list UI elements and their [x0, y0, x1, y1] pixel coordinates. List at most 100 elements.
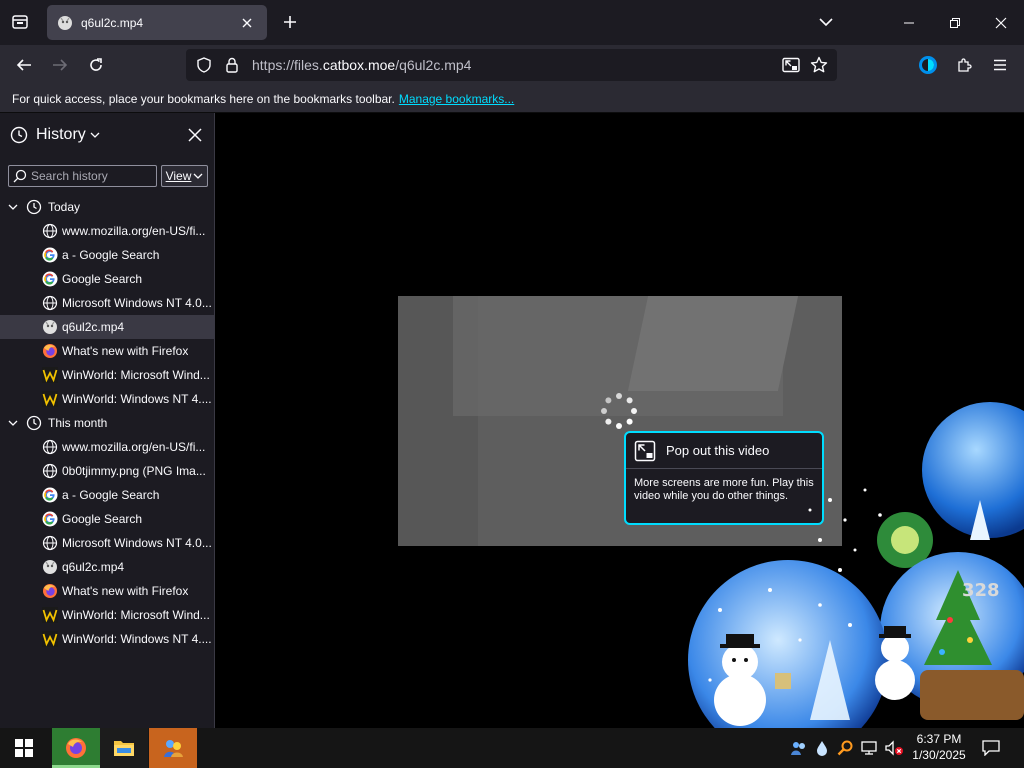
sidebar-close-button[interactable]: [184, 124, 206, 146]
history-item[interactable]: q6ul2c.mp4: [0, 555, 214, 579]
history-item[interactable]: What's new with Firefox: [0, 339, 214, 363]
star-icon: [810, 56, 828, 73]
arrow-left-icon: [16, 59, 31, 71]
winworld-icon: [42, 391, 58, 407]
firefox-view-button[interactable]: [6, 8, 34, 36]
history-item[interactable]: www.mozilla.org/en-US/fi...: [0, 435, 214, 459]
globe-icon: [42, 535, 58, 551]
history-item[interactable]: WinWorld: Microsoft Wind...: [0, 603, 214, 627]
start-button[interactable]: [0, 728, 48, 768]
lock-icon: [226, 57, 238, 73]
tray-drop[interactable]: [812, 728, 832, 768]
url-text[interactable]: https://files.catbox.moe/q6ul2c.mp4: [252, 57, 777, 73]
url-bar[interactable]: https://files.catbox.moe/q6ul2c.mp4: [186, 49, 837, 81]
plus-icon: [284, 16, 296, 28]
manage-bookmarks-link[interactable]: Manage bookmarks...: [399, 92, 514, 106]
folder-icon: [114, 741, 134, 756]
history-item-label: WinWorld: Windows NT 4....: [62, 632, 212, 646]
view-dropdown-button[interactable]: View: [161, 165, 208, 187]
magnifier-icon: [837, 740, 853, 756]
picture-in-picture-button[interactable]: [777, 51, 805, 79]
history-item-label: www.mozilla.org/en-US/fi...: [62, 440, 206, 454]
bookmarks-toolbar-message: For quick access, place your bookmarks h…: [12, 91, 395, 106]
back-button[interactable]: [10, 51, 38, 79]
catbox-icon: [43, 560, 57, 574]
bookmark-star-button[interactable]: [805, 51, 833, 79]
tab-close-button[interactable]: [237, 13, 257, 33]
history-item-label: WinWorld: Windows NT 4....: [62, 392, 212, 406]
notification-icon: [982, 740, 1000, 756]
history-item[interactable]: WinWorld: Windows NT 4....: [0, 387, 214, 411]
restore-button[interactable]: [932, 0, 978, 45]
chevron-down-icon[interactable]: [8, 419, 20, 427]
history-group-label: Today: [48, 200, 81, 214]
site-info-button[interactable]: [218, 51, 246, 79]
history-item[interactable]: WinWorld: Windows NT 4....: [0, 627, 214, 651]
catbox-icon: [58, 15, 72, 30]
url-prefix: https://files.: [252, 57, 323, 73]
windows-logo-icon: [15, 739, 33, 757]
history-item[interactable]: WinWorld: Microsoft Wind...: [0, 363, 214, 387]
history-item[interactable]: a - Google Search: [0, 483, 214, 507]
sidebar-title: History: [36, 126, 86, 143]
google-icon: [42, 271, 58, 287]
tray-search[interactable]: [834, 728, 856, 768]
taskbar-clock[interactable]: 6:37 PM 1/30/2025: [908, 731, 970, 763]
chevron-down-icon: [819, 18, 833, 27]
winworld-icon: [42, 367, 58, 383]
history-item[interactable]: www.mozilla.org/en-US/fi...: [0, 219, 214, 243]
history-item[interactable]: What's new with Firefox: [0, 579, 214, 603]
people-tray-icon: [791, 742, 805, 755]
history-item-label: What's new with Firefox: [62, 344, 189, 358]
history-search-box[interactable]: [8, 165, 157, 187]
tracking-protection-button[interactable]: [190, 51, 218, 79]
taskbar-app[interactable]: [149, 728, 197, 768]
tab-title: q6ul2c.mp4: [81, 15, 144, 30]
history-item[interactable]: Microsoft Windows NT 4.0...: [0, 291, 214, 315]
tray-network[interactable]: [858, 728, 880, 768]
history-item[interactable]: 0b0tjimmy.png (PNG Ima...: [0, 459, 214, 483]
minimize-icon: [904, 22, 914, 23]
history-item-label: Google Search: [62, 272, 143, 286]
reload-icon: [90, 58, 102, 71]
globe-icon: [42, 439, 58, 455]
tab-active[interactable]: q6ul2c.mp4: [47, 5, 267, 40]
history-item[interactable]: Google Search: [0, 507, 214, 531]
history-search-input[interactable]: [31, 169, 151, 183]
list-all-tabs-button[interactable]: [812, 10, 840, 34]
firefox-icon: [43, 344, 57, 358]
history-group-this-month[interactable]: This month: [0, 411, 214, 435]
people-app-icon: [164, 740, 183, 757]
history-item[interactable]: Microsoft Windows NT 4.0...: [0, 531, 214, 555]
forward-button[interactable]: [46, 51, 74, 79]
close-window-button[interactable]: [978, 0, 1024, 45]
history-item-label: a - Google Search: [62, 488, 160, 502]
google-icon: [42, 487, 58, 503]
chevron-down-icon[interactable]: [8, 203, 20, 211]
history-item-label: Microsoft Windows NT 4.0...: [62, 296, 212, 310]
tray-printer[interactable]: [788, 728, 810, 768]
history-item-label: WinWorld: Microsoft Wind...: [62, 608, 210, 622]
sidebar-header[interactable]: History: [0, 113, 214, 157]
close-icon: [242, 18, 252, 27]
tray-volume[interactable]: [882, 728, 906, 768]
puzzle-icon: [958, 58, 972, 72]
extensions-button[interactable]: [950, 51, 978, 79]
menu-button[interactable]: [986, 51, 1014, 79]
taskbar-firefox[interactable]: [52, 728, 100, 768]
history-group-today[interactable]: Today: [0, 195, 214, 219]
taskbar-file-explorer[interactable]: [100, 728, 148, 768]
history-item[interactable]: a - Google Search: [0, 243, 214, 267]
new-tab-button[interactable]: [278, 10, 302, 34]
history-item-label: 0b0tjimmy.png (PNG Ima...: [62, 464, 206, 478]
account-button[interactable]: [914, 51, 942, 79]
history-item-label: q6ul2c.mp4: [62, 320, 125, 334]
history-item[interactable]: Google Search: [0, 267, 214, 291]
reload-button[interactable]: [82, 51, 110, 79]
minimize-button[interactable]: [886, 0, 932, 45]
page-content: Pop out this video More screens are more…: [216, 113, 1024, 728]
history-item-label: Google Search: [62, 512, 143, 526]
close-icon: [995, 17, 1007, 28]
history-item[interactable]: q6ul2c.mp4: [0, 315, 214, 339]
action-center-button[interactable]: [978, 728, 1004, 768]
